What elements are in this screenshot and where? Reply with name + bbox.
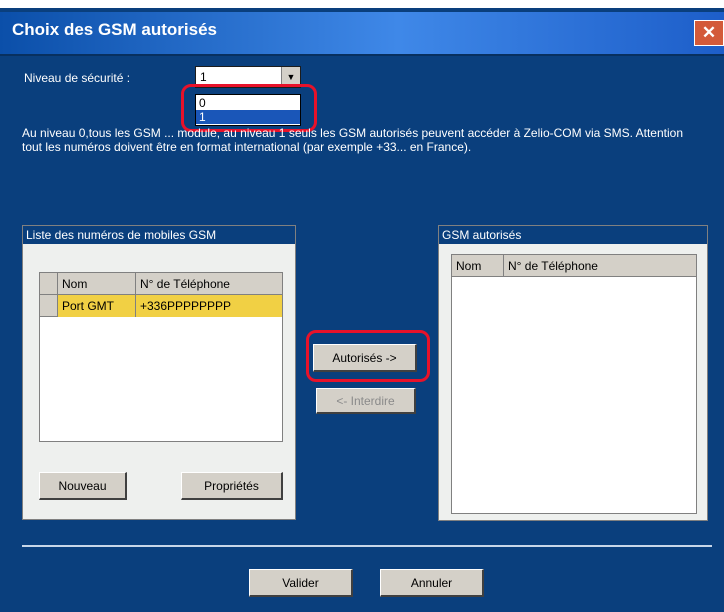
grid-corner (40, 273, 58, 295)
authorized-gsm-panel-title: GSM autorisés (439, 226, 707, 244)
authorized-gsm-panel: GSM autorisés Nom N° de Téléphone (438, 225, 708, 521)
column-header-name[interactable]: Nom (58, 273, 136, 295)
window-title: Choix des GSM autorisés (12, 20, 217, 39)
security-level-value: 1 (200, 70, 207, 84)
gsm-list-grid[interactable]: Nom N° de Téléphone Port GMT +336PPPPPPP… (39, 272, 283, 442)
dropdown-highlight-outline (181, 84, 317, 132)
cancel-button[interactable]: Annuler (380, 569, 484, 597)
row-header (40, 295, 58, 317)
properties-button[interactable]: Propriétés (181, 472, 283, 500)
validate-button[interactable]: Valider (249, 569, 353, 597)
security-level-label: Niveau de sécurité : (24, 71, 131, 85)
authorize-highlight-outline (306, 330, 430, 382)
close-icon: ✕ (701, 23, 717, 42)
title-bar[interactable]: Choix des GSM autorisés ✕ (0, 12, 724, 56)
close-button[interactable]: ✕ (694, 20, 724, 46)
authorized-gsm-grid[interactable]: Nom N° de Téléphone (451, 254, 697, 514)
security-notice-text: Au niveau 0,tous les GSM ... module, au … (22, 126, 683, 154)
forbid-button[interactable]: <- Interdire (316, 388, 416, 414)
column-header-name[interactable]: Nom (452, 255, 504, 277)
table-cell-name[interactable]: Port GMT (58, 295, 136, 317)
gsm-list-panel: Liste des numéros de mobiles GSM Nom N° … (22, 225, 296, 520)
column-header-phone[interactable]: N° de Téléphone (504, 255, 697, 277)
table-cell-phone[interactable]: +336PPPPPPPP (136, 295, 283, 317)
gsm-list-panel-title: Liste des numéros de mobiles GSM (23, 226, 295, 244)
footer-divider (22, 545, 712, 547)
new-button[interactable]: Nouveau (39, 472, 127, 500)
column-header-phone[interactable]: N° de Téléphone (136, 273, 283, 295)
